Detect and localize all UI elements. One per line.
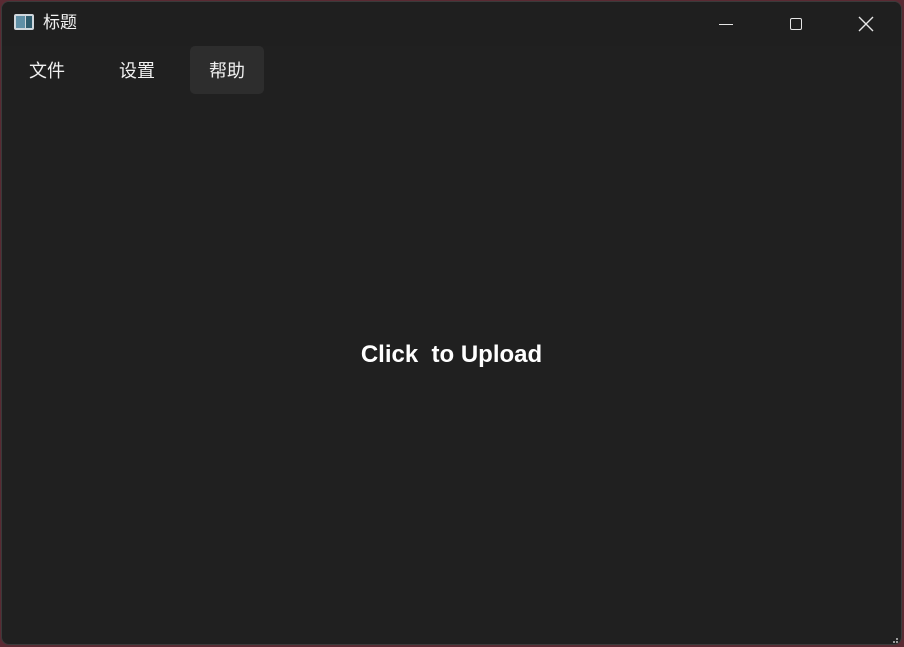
resize-grip-icon[interactable] <box>889 632 899 643</box>
title-bar[interactable]: 标题 <box>2 2 901 46</box>
upload-label[interactable]: Click to Upload <box>2 341 901 369</box>
menu-help[interactable]: 帮助 <box>190 46 264 94</box>
app-icon <box>14 14 34 30</box>
upload-area[interactable]: Click to Upload <box>2 94 901 644</box>
close-icon <box>858 16 874 32</box>
minimize-button[interactable] <box>691 2 761 46</box>
menu-settings[interactable]: 设置 <box>100 46 174 94</box>
maximize-button[interactable] <box>761 2 831 46</box>
menu-bar: 文件 设置 帮助 <box>10 46 264 94</box>
window-title: 标题 <box>43 13 77 33</box>
minimize-icon <box>719 23 733 25</box>
app-icon-pane <box>26 16 32 28</box>
menu-file[interactable]: 文件 <box>10 46 84 94</box>
app-window: 标题 文件 设置 帮助 Click to Upload <box>1 1 902 645</box>
menu-item-label: 帮助 <box>209 61 245 82</box>
menu-item-label: 设置 <box>119 61 155 82</box>
app-icon-pane <box>16 16 25 28</box>
close-button[interactable] <box>831 2 901 46</box>
maximize-icon <box>790 18 802 30</box>
menu-item-label: 文件 <box>29 61 65 82</box>
